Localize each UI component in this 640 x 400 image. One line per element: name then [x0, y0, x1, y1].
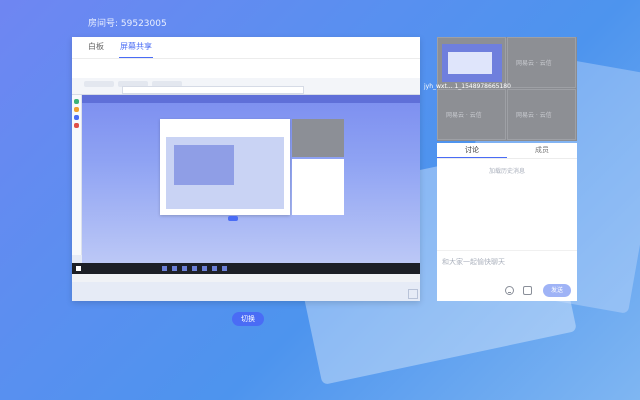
room-number: 房间号: 59523005: [88, 19, 167, 29]
video-user-id: jyh_wxt... 1_1548978665180: [424, 83, 511, 90]
shared-sidebar: [72, 95, 82, 255]
taskbar-app-icon: [162, 266, 167, 271]
image-icon[interactable]: [523, 286, 532, 295]
switch-button[interactable]: 切换: [232, 312, 264, 326]
video-watermark: 网易云 · 云信: [446, 112, 482, 119]
nested-chat-panel: [292, 159, 344, 215]
tab-discussion[interactable]: 讨论: [437, 143, 507, 158]
shared-browser-tab: [84, 81, 114, 87]
app-icon: [74, 123, 79, 128]
video-watermark: 网易云 · 云信: [516, 112, 552, 119]
shared-page-header: [82, 95, 420, 103]
load-history-link[interactable]: 加载历史消息: [437, 166, 577, 175]
shared-taskbar: [72, 263, 420, 274]
taskbar-app-icon: [202, 266, 207, 271]
emoji-icon[interactable]: [505, 286, 514, 295]
video-watermark: 网易云 · 云信: [516, 60, 552, 67]
shared-page-content: [82, 95, 420, 263]
tab-screen-share[interactable]: 屏幕共享: [119, 37, 153, 58]
nested-whiteboard-panel: [160, 119, 290, 215]
chat-panel: 讨论 成员 加载历史消息 和大家一起愉快聊天 发送: [437, 143, 577, 301]
app-icon: [74, 107, 79, 112]
nested-screen-thumbnail: [174, 145, 234, 185]
taskbar-app-icon: [182, 266, 187, 271]
chat-tabs: 讨论 成员: [437, 143, 577, 159]
main-panel: 白板 屏幕共享: [72, 37, 420, 301]
tab-members[interactable]: 成员: [507, 143, 577, 158]
nested-video-grid: [292, 119, 344, 157]
fullscreen-icon[interactable]: [408, 289, 418, 299]
tab-whiteboard[interactable]: 白板: [88, 37, 104, 57]
video-tile[interactable]: 网易云 · 云信: [507, 37, 576, 88]
shared-browser-toolbar: [72, 78, 420, 95]
video-tile[interactable]: 网易云 · 云信: [507, 89, 576, 140]
send-button[interactable]: 发送: [543, 284, 571, 297]
main-tabs: 白板 屏幕共享: [72, 37, 420, 59]
chat-input-area[interactable]: 和大家一起愉快聊天 发送: [437, 250, 577, 302]
taskbar-app-icon: [192, 266, 197, 271]
chat-input-placeholder: 和大家一起愉快聊天: [442, 258, 505, 266]
shared-status-bar: [72, 274, 420, 282]
shared-address-bar: [122, 86, 304, 94]
app-icon: [74, 115, 79, 120]
taskbar-app-icon: [172, 266, 177, 271]
nested-switch-button: [228, 216, 238, 221]
taskbar-app-icon: [212, 266, 217, 271]
screen-share-view: [72, 78, 420, 301]
start-icon: [76, 266, 81, 271]
video-tile[interactable]: [437, 37, 506, 88]
video-tile[interactable]: 网易云 · 云信: [437, 89, 506, 140]
app-icon: [74, 99, 79, 104]
taskbar-app-icon: [222, 266, 227, 271]
video-screen-thumbnail: [442, 44, 502, 82]
